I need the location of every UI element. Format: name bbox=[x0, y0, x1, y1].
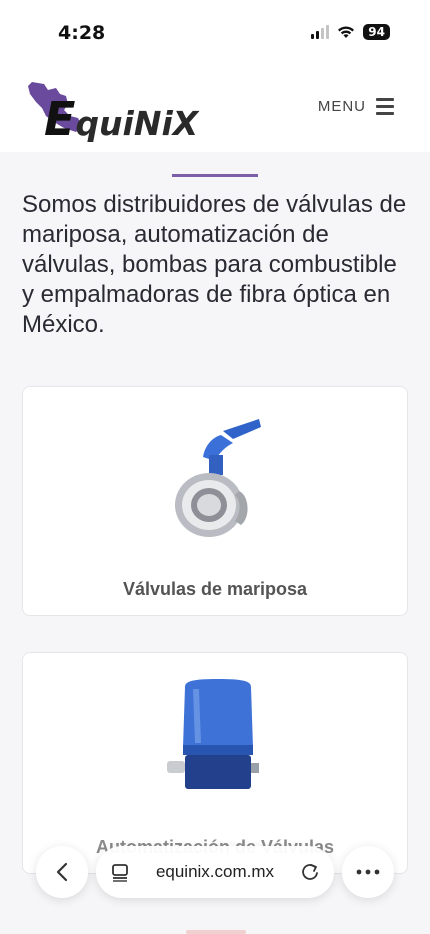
butterfly-valve-image bbox=[175, 419, 261, 537]
valve-actuator-image bbox=[167, 679, 259, 789]
battery-indicator: 94 bbox=[363, 24, 390, 40]
status-icons: 94 bbox=[311, 24, 390, 40]
logo-wordmark: EquiNiX bbox=[44, 92, 199, 146]
intro-text: Somos distribuidores de válvulas de mari… bbox=[22, 191, 407, 338]
address-bar[interactable]: equinix.com.mx bbox=[96, 846, 334, 898]
chevron-left-icon bbox=[56, 862, 68, 882]
ellipsis-icon bbox=[356, 869, 380, 875]
back-button[interactable] bbox=[36, 846, 88, 898]
reload-icon[interactable] bbox=[300, 862, 320, 882]
menu-label: MENU bbox=[317, 98, 366, 115]
browser-toolbar: equinix.com.mx bbox=[0, 838, 430, 934]
status-bar: 4:28 94 bbox=[0, 0, 430, 66]
signal-icon bbox=[311, 25, 330, 39]
next-card-peek bbox=[186, 930, 246, 934]
menu-button[interactable]: MENU bbox=[318, 98, 394, 115]
hamburger-icon bbox=[376, 98, 394, 115]
more-button[interactable] bbox=[342, 846, 394, 898]
equinix-logo[interactable]: EquiNiX bbox=[26, 80, 206, 146]
url-text: equinix.com.mx bbox=[155, 862, 275, 881]
product-card-valvulas-mariposa[interactable]: Válvulas de mariposa bbox=[22, 386, 408, 616]
wifi-icon bbox=[338, 26, 355, 38]
section-divider bbox=[172, 174, 258, 177]
tab-settings-icon[interactable] bbox=[110, 862, 130, 882]
status-time: 4:28 bbox=[58, 22, 106, 44]
card-title: Válvulas de mariposa bbox=[122, 579, 308, 599]
site-header: EquiNiX MENU bbox=[0, 66, 430, 152]
